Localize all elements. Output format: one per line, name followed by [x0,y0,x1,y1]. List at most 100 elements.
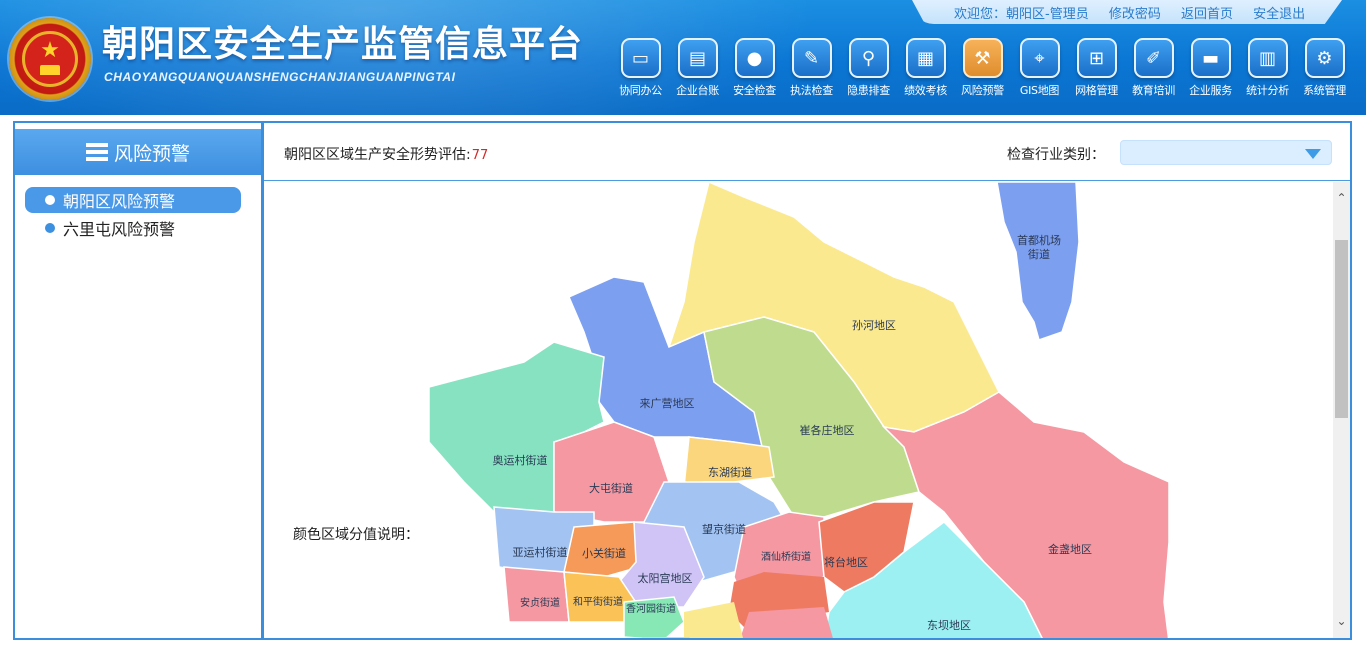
sidebar-item-liulitun-risk[interactable]: 六里屯风险预警 [25,215,241,241]
nav-label: 系统管理 [1303,84,1346,97]
nav-label: GIS地图 [1019,84,1060,97]
nav-label: 执法检查 [790,84,833,97]
national-emblem-logo: ★ [9,18,91,100]
magnifier-icon: ⚲ [848,38,889,78]
map-label: 和平街街道 [573,595,623,608]
industry-select[interactable] [1120,140,1332,165]
monitor-icon: ▭ [620,38,661,78]
nav-item-system-admin[interactable]: ⚙ 系统管理 [1296,38,1353,108]
map-label: 街道 [1028,247,1050,261]
map-label: 太阳宫地区 [638,571,693,585]
nav-label: 统计分析 [1246,84,1289,97]
map-label: 金盏地区 [1048,542,1092,556]
scroll-up-icon[interactable]: ⌃ [1333,190,1350,207]
nav-item-safety-check[interactable]: ● 安全检查 [726,38,783,108]
map-region-anzhen[interactable] [503,566,570,623]
scroll-down-icon[interactable]: ⌄ [1333,613,1350,630]
folder-icon: ▤ [677,38,718,78]
bar-chart-icon: ▥ [1247,38,1288,78]
star-icon: ★ [40,38,60,63]
sidebar-list: 朝阳区风险预警 六里屯风险预警 [15,175,261,241]
map-scrollbar[interactable]: ⌃ ⌄ [1333,182,1350,638]
edit-board-icon: ✐ [1133,38,1174,78]
sidebar: 风险预警 朝阳区风险预警 六里屯风险预警 [13,121,263,640]
map-region-capital-airport[interactable] [996,182,1080,341]
nav-item-performance[interactable]: ▦ 绩效考核 [897,38,954,108]
assessment-text: 朝阳区区域生产安全形势评估:77 [284,144,488,164]
nav-label: 绩效考核 [904,84,947,97]
map-label: 望京街道 [702,522,746,536]
change-password-link[interactable]: 修改密码 [1109,7,1161,22]
assessment-score: 77 [471,148,489,163]
nav-item-hazard-check[interactable]: ⚲ 隐患排查 [840,38,897,108]
map-pin-icon: ⌖ [1019,38,1060,78]
user-links: 欢迎您：朝阳区-管理员 修改密码 返回首页 安全退出 [954,3,1321,22]
map-label: 来广营地区 [640,396,695,410]
map-label: 东坝地区 [927,618,971,632]
map-region-filler-c [684,602,743,638]
nav-item-grid-management[interactable]: ⊞ 网格管理 [1068,38,1125,108]
map-region-filler-d [644,637,690,638]
user-bar: 欢迎您：朝阳区-管理员 修改密码 返回首页 安全退出 [912,0,1342,24]
sidebar-item-chaoyang-risk[interactable]: 朝阳区风险预警 [25,187,241,213]
nav-item-law-enforcement[interactable]: ✎ 执法检查 [783,38,840,108]
nav-label: 企业服务 [1189,84,1232,97]
logout-link[interactable]: 安全退出 [1253,7,1305,22]
welcome-text: 欢迎您：朝阳区-管理员 [954,7,1089,22]
grid-map-icon: ⊞ [1076,38,1117,78]
settings-monitor-icon: ⚙ [1304,38,1345,78]
document-pen-icon: ✎ [791,38,832,78]
nav-label: 网格管理 [1075,84,1118,97]
assessment-bar: 朝阳区区域生产安全形势评估:77 检查行业类别： [264,123,1350,181]
nav-item-gis-map[interactable]: ⌖ GIS地图 [1011,38,1068,108]
site-title: 朝阳区安全生产监管信息平台 [102,24,584,65]
dropdown-arrow-icon [1305,149,1321,159]
emblem-inner: ★ [22,31,78,87]
map-label: 东湖街道 [708,465,752,479]
sidebar-item-label: 六里屯风险预警 [63,220,176,239]
nav-label: 安全检查 [733,84,776,97]
sidebar-header: 风险预警 [15,129,261,175]
nav-item-statistics[interactable]: ▥ 统计分析 [1239,38,1296,108]
map-label: 首都机场 [1017,233,1061,247]
nav-label: 风险预警 [961,84,1004,97]
main-panel: 朝阳区区域生产安全形势评估:77 检查行业类别： 首都机场 街道 孙河地区 来广… [262,121,1352,640]
scroll-thumb[interactable] [1335,240,1348,418]
map-label: 安贞街道 [520,596,560,609]
clipboard-icon: ▦ [905,38,946,78]
inspector-icon: ● [734,38,775,78]
nav-label: 企业台账 [676,84,719,97]
color-legend-label: 颜色区域分值说明： [293,527,419,543]
nav-item-enterprise-service[interactable]: ▬ 企业服务 [1182,38,1239,108]
map-label: 小关街道 [582,546,626,560]
nav-label: 协同办公 [619,84,662,97]
nav-item-enterprise-ledger[interactable]: ▤ 企业台账 [669,38,726,108]
gavel-icon: ⚒ [962,38,1003,78]
map-label: 将台地区 [824,555,868,569]
bullet-icon [45,195,55,205]
printer-icon: ▬ [1190,38,1231,78]
nav-item-collab-office[interactable]: ▭ 协同办公 [612,38,669,108]
map-label: 孙河地区 [852,319,896,332]
chaoyang-district-map[interactable]: 首都机场 街道 孙河地区 来广营地区 崔各庄地区 奥运村街道 大屯街道 东湖街道… [264,182,1334,640]
map-label: 香河园街道 [626,602,676,615]
list-icon [85,143,108,161]
sidebar-item-label: 朝阳区风险预警 [63,192,176,211]
sidebar-title: 风险预警 [113,142,190,165]
map-label: 亚运村街道 [513,545,568,559]
nav-item-education[interactable]: ✐ 教育培训 [1125,38,1182,108]
nav-item-risk-warning[interactable]: ⚒ 风险预警 [954,38,1011,108]
map-label: 奥运村街道 [493,453,548,467]
nav-label: 隐患排查 [847,84,890,97]
home-link[interactable]: 返回首页 [1181,7,1233,22]
main-nav: ▭ 协同办公 ▤ 企业台账 ● 安全检查 ✎ 执法检查 ⚲ 隐患排查 ▦ 绩效考… [612,38,1353,108]
app-header: ★ 朝阳区安全生产监管信息平台 CHAOYANGQUANQUANSHENGCHA… [0,0,1366,115]
map-label: 大屯街道 [589,481,633,495]
industry-filter-label: 检查行业类别： [1007,147,1105,163]
nav-label: 教育培训 [1132,84,1175,97]
map-label: 酒仙桥街道 [761,550,811,563]
site-subtitle: CHAOYANGQUANQUANSHENGCHANJIANGUANPINGTAI [104,70,456,84]
map-region-filler-b [740,607,833,638]
map-label: 崔各庄地区 [800,423,855,437]
assessment-label: 朝阳区区域生产安全形势评估: [284,147,471,163]
